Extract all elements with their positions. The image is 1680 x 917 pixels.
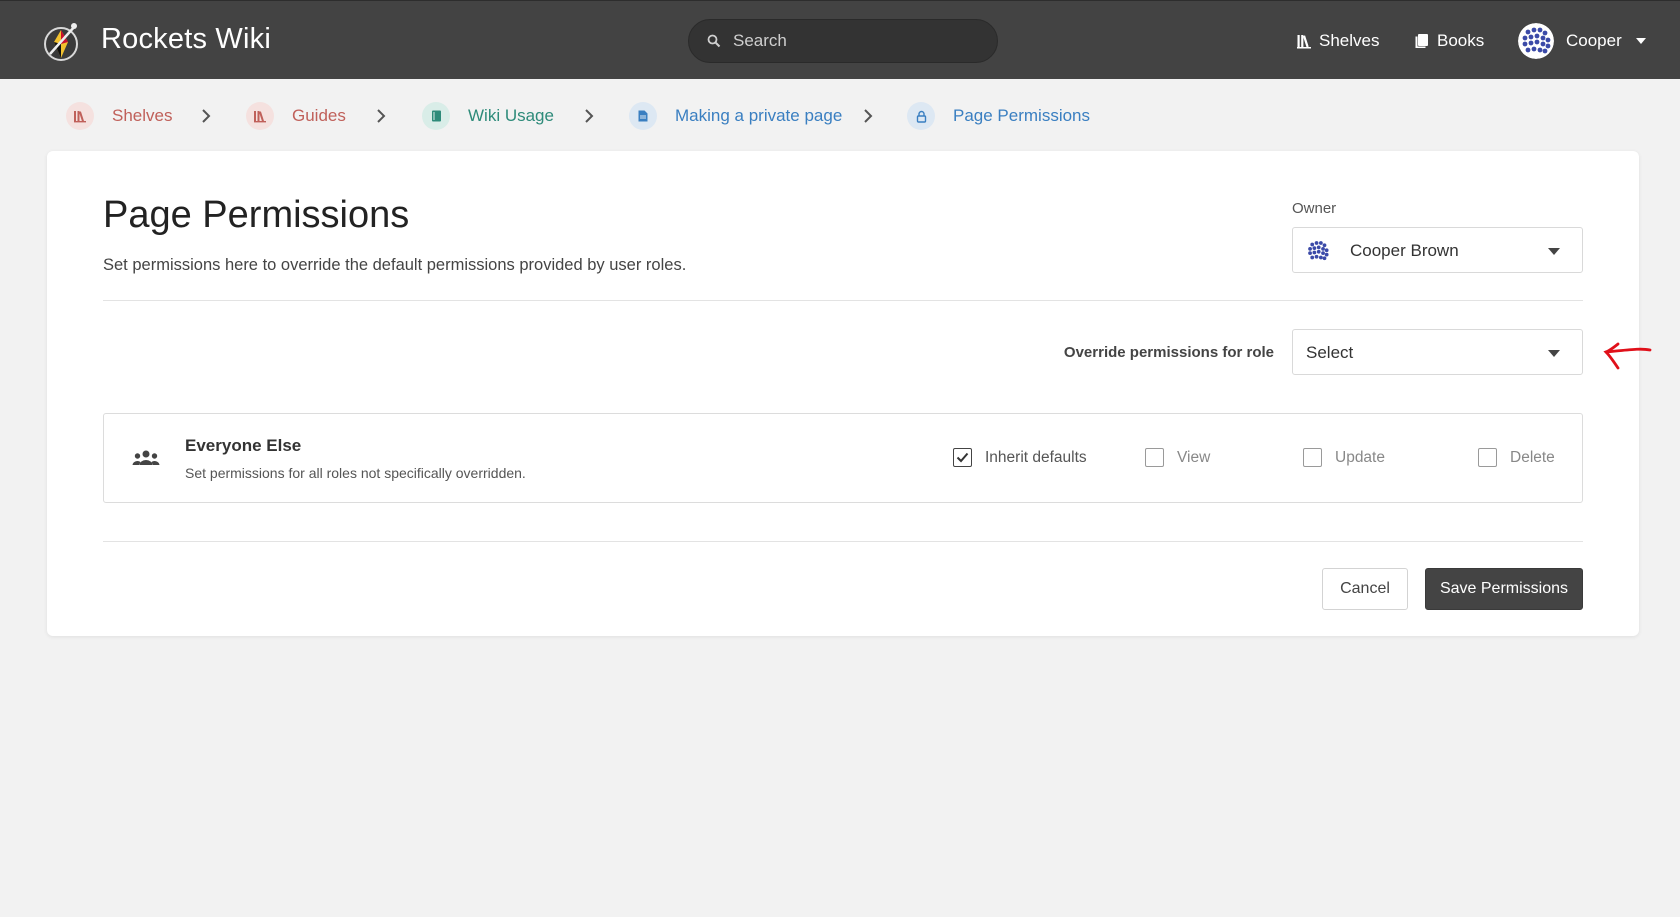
breadcrumb-wiki-usage[interactable]: Wiki Usage (422, 98, 554, 134)
nav-books-label: Books (1437, 31, 1485, 50)
delete-label: Delete (1510, 448, 1555, 466)
breadcrumb-label: Making a private page (675, 106, 843, 125)
everyone-else-description: Set permissions for all roles not specif… (185, 465, 526, 481)
chevron-down-icon (1635, 38, 1646, 44)
breadcrumb-label: Wiki Usage (468, 106, 554, 125)
checkbox-unchecked-icon[interactable] (1478, 448, 1497, 467)
cancel-button[interactable]: Cancel (1322, 568, 1408, 610)
app-title[interactable]: Rockets Wiki (101, 23, 271, 56)
chevron-right-icon (202, 109, 211, 123)
lock-icon (907, 102, 935, 130)
breadcrumb-making-private-page[interactable]: Making a private page (629, 98, 842, 134)
override-role-value: Select (1306, 343, 1354, 362)
book-icon (422, 102, 450, 130)
user-avatar (1518, 23, 1554, 59)
owner-label: Owner (1292, 200, 1337, 217)
users-group-icon (132, 450, 160, 465)
chevron-down-icon (1548, 248, 1560, 255)
everyone-else-title: Everyone Else (185, 436, 302, 455)
nav-shelves-link[interactable]: Shelves (1297, 29, 1379, 53)
top-header: Rockets Wiki Shelves Books (0, 0, 1680, 79)
shelves-icon (66, 102, 94, 130)
rockets-logo-icon[interactable] (42, 20, 82, 64)
search-bar[interactable] (688, 19, 998, 63)
inherit-defaults-label: Inherit defaults (985, 448, 1087, 466)
view-checkbox[interactable]: View (1145, 448, 1210, 467)
checkbox-checked-icon[interactable] (953, 448, 972, 467)
chevron-right-icon (585, 109, 594, 123)
search-icon (707, 34, 721, 48)
page-icon (629, 102, 657, 130)
divider (103, 300, 1583, 301)
page-description: Set permissions here to override the def… (103, 256, 687, 274)
breadcrumb-guides[interactable]: Guides (246, 98, 346, 134)
nav-shelves-label: Shelves (1319, 31, 1380, 50)
view-label: View (1177, 448, 1211, 466)
update-checkbox[interactable]: Update (1303, 448, 1385, 467)
books-icon (1415, 34, 1428, 48)
delete-checkbox[interactable]: Delete (1478, 448, 1555, 467)
update-label: Update (1335, 448, 1385, 466)
override-role-select[interactable]: Select (1292, 329, 1583, 375)
owner-select[interactable]: Cooper Brown (1292, 227, 1583, 273)
breadcrumb-label: Guides (292, 106, 346, 125)
chevron-right-icon (377, 109, 386, 123)
divider (103, 541, 1583, 542)
shelves-icon (1297, 35, 1311, 49)
inherit-defaults-checkbox[interactable]: Inherit defaults (953, 448, 1087, 467)
owner-value: Cooper Brown (1350, 241, 1459, 260)
override-role-label: Override permissions for role (1063, 344, 1274, 361)
permissions-card: Page Permissions Set permissions here to… (47, 151, 1639, 636)
checkbox-unchecked-icon[interactable] (1145, 448, 1164, 467)
breadcrumb-label: Page Permissions (953, 106, 1091, 125)
breadcrumb-shelves[interactable]: Shelves (66, 98, 172, 134)
everyone-else-row: Everyone Else Set permissions for all ro… (103, 413, 1583, 503)
breadcrumb-page-permissions[interactable]: Page Permissions (907, 98, 1090, 134)
chevron-right-icon (864, 109, 873, 123)
page-title: Page Permissions (103, 194, 410, 236)
breadcrumb-label: Shelves (112, 106, 173, 125)
search-input[interactable] (733, 20, 983, 62)
user-name: Cooper (1566, 31, 1622, 50)
user-menu[interactable]: Cooper (1518, 22, 1646, 60)
owner-avatar (1305, 238, 1331, 264)
shelf-icon (246, 102, 274, 130)
annotation-arrow-icon (1603, 342, 1652, 370)
checkbox-unchecked-icon[interactable] (1303, 448, 1322, 467)
chevron-down-icon (1548, 350, 1560, 357)
nav-books-link[interactable]: Books (1415, 29, 1484, 53)
save-permissions-button[interactable]: Save Permissions (1425, 568, 1583, 610)
